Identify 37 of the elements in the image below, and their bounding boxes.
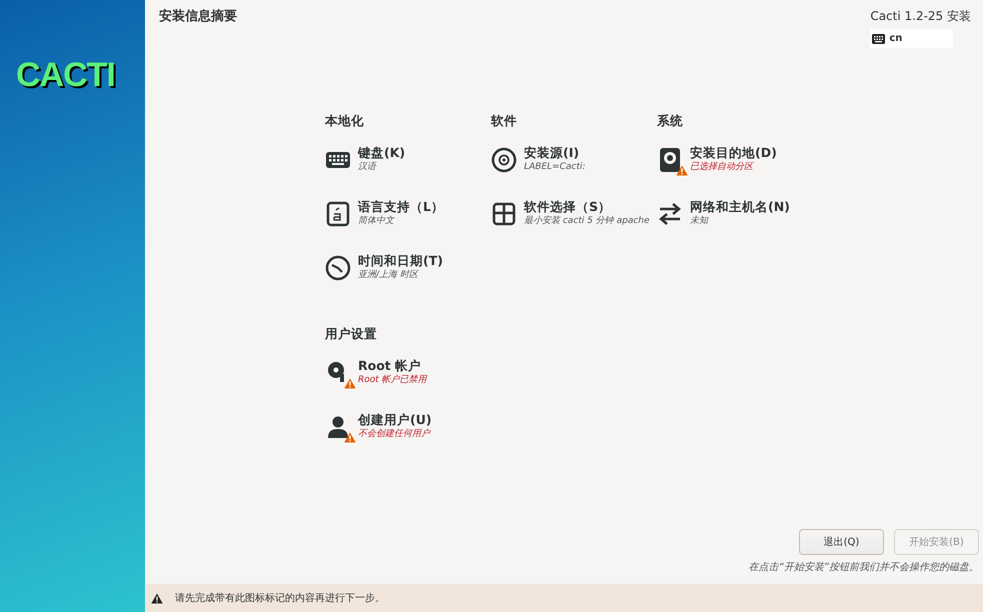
section-heading: 用户设置 — [325, 324, 378, 343]
spoke-title[interactable]: 软件选择（S） — [524, 198, 650, 215]
clock-icon[interactable] — [325, 254, 351, 281]
user-icon[interactable] — [325, 414, 351, 440]
spoke-title[interactable]: 创建用户(U) — [358, 412, 432, 428]
package-icon[interactable] — [491, 200, 517, 227]
warning-icon — [151, 592, 163, 604]
spoke-status: Root 帐户已禁用 — [358, 374, 427, 387]
language-icon[interactable] — [325, 200, 351, 227]
cacti-logo: CACTI — [16, 58, 115, 92]
spoke-status: LABEL=Cacti: — [524, 161, 586, 174]
quit-button[interactable]: 退出(Q) — [799, 529, 884, 555]
arrows-icon[interactable] — [657, 200, 683, 227]
spoke-title[interactable]: 时间和日期(T) — [358, 252, 443, 269]
spoke-status: 汉语 — [358, 161, 378, 174]
page-title: 安装信息摘要 — [159, 8, 237, 26]
disc-icon[interactable] — [491, 146, 517, 173]
spoke-status: 不会创建任何用户 — [358, 428, 432, 441]
spoke-status: 最小安装 cacti 5 分钟 apache — [524, 215, 650, 228]
disk-notice: 在点击“开始安装”按钮前我们并不会操作您的磁盘。 — [748, 560, 980, 575]
spoke-title[interactable]: Root 帐户 — [358, 358, 427, 374]
keyboard-icon — [872, 34, 886, 44]
spoke-title[interactable]: 网络和主机名(N) — [690, 198, 790, 215]
section-heading: 系统 — [657, 112, 684, 130]
section-heading: 本地化 — [325, 112, 365, 130]
spoke-status: 未知 — [690, 215, 710, 228]
spoke-title[interactable]: 安装源(I) — [524, 144, 586, 161]
section-heading: 软件 — [491, 112, 518, 130]
spoke-title[interactable]: 语言支持（L） — [358, 198, 444, 215]
spoke-status: 亚洲/上海 时区 — [358, 269, 420, 282]
warning-message: 请先完成带有此图标标记的内容再进行下一步。 — [175, 592, 385, 606]
spoke-status: 已选择自动分区 — [690, 161, 756, 174]
spoke-title[interactable]: 键盘(K) — [358, 144, 406, 161]
keyboard-layout-indicator[interactable]: cn — [870, 29, 954, 48]
spoke-title[interactable]: 安装目的地(D) — [690, 144, 777, 161]
spoke-status: 简体中文 — [358, 215, 396, 228]
product-title: Cacti 1.2-25 安装 — [870, 8, 971, 25]
